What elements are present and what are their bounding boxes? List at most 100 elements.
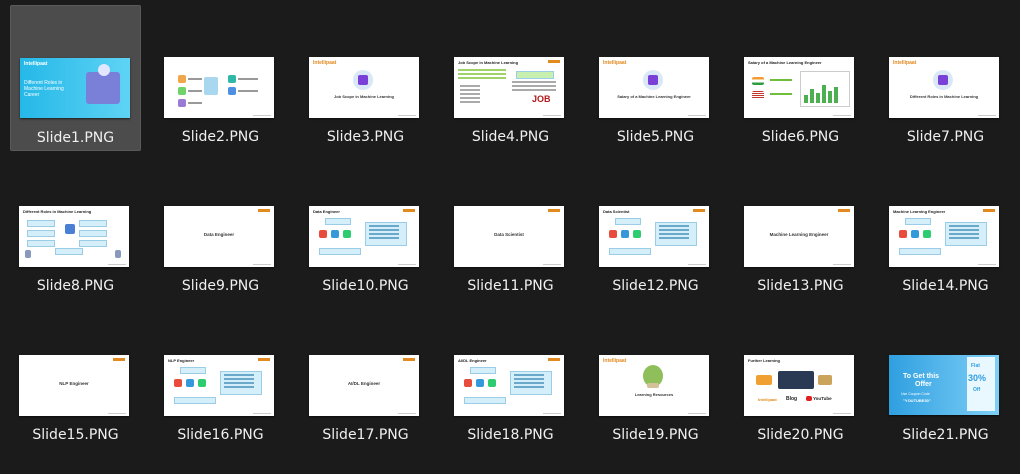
file-item[interactable]: Data Scientist Slide11.PNG: [445, 154, 576, 300]
file-grid: Intellipaat Different Roles in Machine Le…: [0, 0, 1020, 474]
role-box: [79, 240, 107, 247]
detail-icon: [923, 230, 931, 238]
slide-heading: AI/DL Engineer: [347, 381, 381, 386]
bullet-line: [460, 93, 480, 95]
slide-logo: [838, 209, 850, 212]
agenda-icon: [178, 99, 186, 107]
file-item[interactable]: To Get this Offer Use Coupon Code "YOUTUBE3…: [880, 303, 1011, 449]
coupon-code: "YOUTUBE30": [903, 398, 931, 403]
slide-heading: NLP Engineer: [59, 381, 89, 386]
section-icon: [938, 75, 948, 85]
slide-heading: Machine Learning Engineer: [893, 209, 946, 214]
detail-footer-box: [174, 397, 216, 404]
slide-footer: [108, 263, 126, 265]
file-item[interactable]: NLP Engineer Slide15.PNG: [10, 303, 141, 449]
book-icon: [647, 383, 659, 388]
detail-icon: [186, 379, 194, 387]
file-item[interactable]: Intellipaat Salary of a Machine Learning …: [590, 5, 721, 151]
detail-footer-box: [319, 248, 361, 255]
list-line: [514, 374, 544, 376]
file-name-label: Slide15.PNG: [32, 427, 119, 443]
file-item[interactable]: Machine Learning Engineer Slide14.PNG: [880, 154, 1011, 300]
slide-logo: [113, 358, 125, 361]
file-item[interactable]: Data Engineer Slide10.PNG: [300, 154, 431, 300]
file-name-label: Slide4.PNG: [471, 129, 550, 145]
file-item[interactable]: Intellipaat Different Roles in Machine Le…: [10, 5, 141, 151]
slide-heading: Machine Learning Engineer: [769, 232, 829, 237]
detail-box: [615, 218, 641, 225]
book-icon: [818, 375, 832, 385]
slide-footer: [398, 263, 416, 265]
job-graphic: JOB: [532, 94, 551, 104]
slide-logo: Intellipaat: [24, 61, 48, 67]
file-name-label: Slide12.PNG: [612, 278, 699, 294]
slide-logo: [983, 209, 995, 212]
role-box: [27, 220, 55, 227]
slide-logo: [258, 358, 270, 361]
list-line: [369, 229, 399, 231]
slide-logo: [403, 209, 415, 212]
section-icon: [358, 75, 368, 85]
detail-icon: [343, 230, 351, 238]
list-line: [224, 374, 254, 376]
slide-footer: [253, 412, 271, 414]
list-line: [369, 237, 399, 239]
detail-footer-box: [609, 248, 651, 255]
file-item[interactable]: Salary of a Machine Learning Engineer Sli…: [735, 5, 866, 151]
slide-title: Different Roles in Machine Learning Care…: [24, 80, 64, 98]
file-name-label: Slide11.PNG: [467, 278, 554, 294]
highlight-box: [516, 71, 554, 79]
list-line: [514, 386, 544, 388]
slide-thumbnail: Data Engineer: [309, 206, 419, 267]
slide-heading: Salary of a Machine Learning Engineer: [617, 94, 691, 99]
list-line: [514, 378, 544, 380]
file-item[interactable]: Different Roles in Machine Learning Slide…: [10, 154, 141, 300]
bullet-line: [460, 85, 480, 87]
file-item[interactable]: Data Scientist Slide12.PNG: [590, 154, 721, 300]
bar-mark: [822, 85, 826, 103]
list-line: [369, 225, 399, 227]
slide-heading: Data Scientist: [603, 209, 630, 214]
file-item[interactable]: Intellipaat Job Scope in Machine Learning…: [300, 5, 431, 151]
bar-mark: [828, 91, 832, 103]
file-item[interactable]: AI/DL Engineer Slide18.PNG: [445, 303, 576, 449]
file-name-label: Slide2.PNG: [181, 129, 260, 145]
file-item[interactable]: NLP Engineer Slide16.PNG: [155, 303, 286, 449]
file-item[interactable]: AI/DL Engineer Slide17.PNG: [300, 303, 431, 449]
slide-footer: [398, 412, 416, 414]
file-item[interactable]: Slide2.PNG: [155, 5, 286, 151]
file-item[interactable]: Intellipaat Learning Resources Slide19.PNG: [590, 303, 721, 449]
file-item[interactable]: Machine Learning Engineer Slide13.PNG: [735, 154, 866, 300]
file-item[interactable]: Further Learning Intellipaat Blog YouTube Sl…: [735, 303, 866, 449]
slide-heading: Data Engineer: [203, 232, 235, 237]
file-item[interactable]: Intellipaat Different Roles in Machine Le…: [880, 5, 1011, 151]
detail-icon: [621, 230, 629, 238]
detail-footer-box: [899, 248, 941, 255]
detail-icon: [198, 379, 206, 387]
offer-text: Offer: [915, 381, 932, 388]
list-line: [949, 233, 979, 235]
file-name-label: Slide9.PNG: [181, 278, 260, 294]
bullet-line: [460, 97, 480, 99]
slide-heading: NLP Engineer: [168, 358, 195, 363]
role-box: [79, 220, 107, 227]
agenda-line: [188, 102, 202, 104]
slide-thumbnail: Intellipaat Salary of a Machine Learning …: [599, 57, 709, 118]
slide-footer: [398, 114, 416, 116]
list-line: [659, 233, 689, 235]
slide-thumbnail: Machine Learning Engineer: [889, 206, 999, 267]
file-item[interactable]: Data Engineer Slide9.PNG: [155, 154, 286, 300]
list-line: [224, 386, 254, 388]
slide-thumbnail: AI/DL Engineer: [454, 355, 564, 416]
file-name-label: Slide3.PNG: [326, 129, 405, 145]
slide-thumbnail: Intellipaat Learning Resources: [599, 355, 709, 416]
file-name-label: Slide17.PNG: [322, 427, 409, 443]
bar-mark: [816, 93, 820, 103]
bar-mark: [834, 87, 838, 103]
text-line: [512, 85, 556, 87]
bar-mark: [810, 89, 814, 103]
role-box: [27, 240, 55, 247]
agenda-icon: [178, 75, 186, 83]
file-item[interactable]: Job Scope in Machine Learning JOB Slide4.P…: [445, 5, 576, 151]
agenda-line: [188, 90, 202, 92]
